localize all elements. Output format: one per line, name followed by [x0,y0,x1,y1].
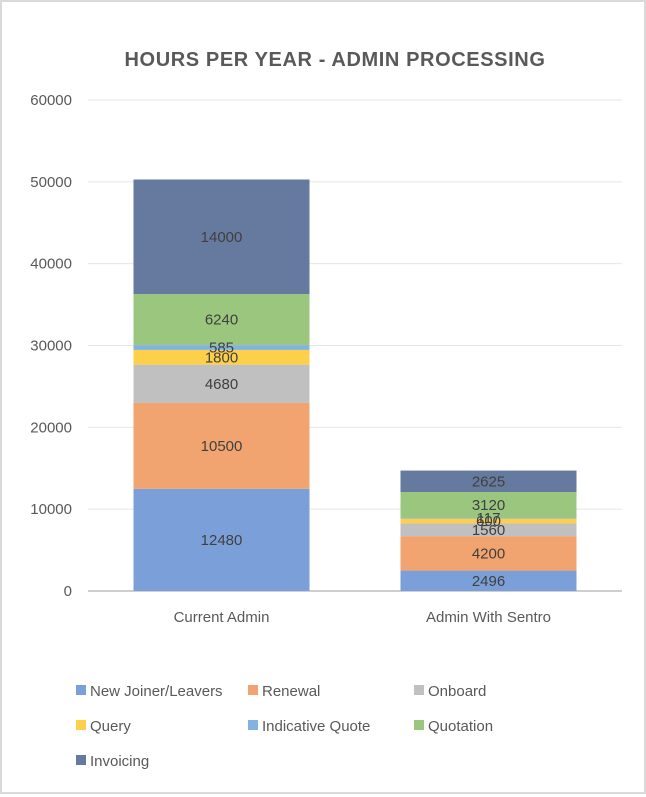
data-label: 3120 [472,497,505,514]
data-label: 4680 [205,376,238,393]
legend-label: Onboard [428,683,486,700]
x-category-label: Current Admin [174,609,270,626]
legend-label: Renewal [262,683,320,700]
y-axis: 0 10000 20000 30000 40000 50000 60000 [30,92,72,600]
legend-swatch [76,755,86,765]
y-tick-label: 50000 [30,174,72,191]
y-tick-label: 0 [64,583,72,600]
legend-item-new-joiner-leavers[interactable]: New Joiner/Leavers [76,683,223,700]
y-tick-label: 60000 [30,92,72,109]
data-label: 6240 [205,312,238,329]
y-tick-label: 10000 [30,501,72,518]
data-label: 2625 [472,473,505,490]
legend-swatch [414,720,424,730]
legend-item-invoicing[interactable]: Invoicing [76,753,149,770]
legend: New Joiner/Leavers Renewal Onboard Query Ind… [76,683,493,770]
y-tick-label: 40000 [30,256,72,273]
data-label: 2496 [472,573,505,590]
legend-label: Indicative Quote [262,718,370,735]
chart-frame: HOURS PER YEAR - ADMIN PROCESSING 0 10000… [0,0,646,794]
y-tick-label: 20000 [30,419,72,436]
legend-item-onboard[interactable]: Onboard [414,683,486,700]
data-label: 10500 [201,438,243,455]
legend-label: Query [90,718,131,735]
legend-label: Quotation [428,718,493,735]
legend-swatch [248,685,258,695]
x-axis: Current Admin Admin With Sentro [174,609,551,626]
legend-label: Invoicing [90,753,149,770]
data-label: 4200 [472,545,505,562]
legend-label: New Joiner/Leavers [90,683,223,700]
data-label: 12480 [201,532,243,549]
stacked-bar-chart: HOURS PER YEAR - ADMIN PROCESSING 0 10000… [30,49,622,770]
legend-item-renewal[interactable]: Renewal [248,683,320,700]
legend-item-quotation[interactable]: Quotation [414,718,493,735]
data-label: 585 [209,340,234,357]
y-tick-label: 30000 [30,338,72,355]
chart-title: HOURS PER YEAR - ADMIN PROCESSING [125,49,546,71]
legend-swatch [76,720,86,730]
legend-item-indicative-quote[interactable]: Indicative Quote [248,718,370,735]
data-label: 14000 [201,229,243,246]
legend-item-query[interactable]: Query [76,718,131,735]
legend-swatch [76,685,86,695]
legend-swatch [414,685,424,695]
x-category-label: Admin With Sentro [426,609,551,626]
legend-swatch [248,720,258,730]
